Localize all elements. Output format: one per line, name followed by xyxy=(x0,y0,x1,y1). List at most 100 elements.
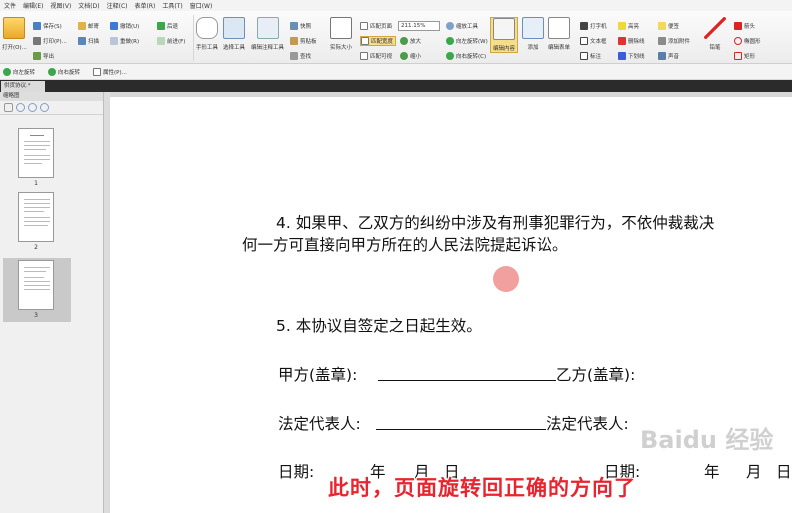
quick-toolbar: 向左旋转 向右旋转 属性(P)... xyxy=(0,64,792,80)
zoom-out-button[interactable]: 缩小 xyxy=(400,51,421,61)
zoom-in-icon[interactable] xyxy=(16,103,25,112)
print-icon xyxy=(33,37,41,45)
find-button[interactable]: 查找 xyxy=(290,51,311,61)
forward-arrow-icon xyxy=(157,37,165,45)
sound-button[interactable]: 声音 xyxy=(658,51,679,61)
menu-form[interactable]: 表单(R) xyxy=(134,1,155,10)
save-icon xyxy=(33,22,41,30)
actual-size-button[interactable]: 实际大小 xyxy=(330,17,352,51)
highlight-icon xyxy=(618,22,626,30)
forward-button[interactable]: 前进(F) xyxy=(157,36,185,46)
rotate-icon[interactable] xyxy=(40,103,49,112)
arrow-button[interactable]: 箭头 xyxy=(734,21,755,31)
fit-width-button[interactable]: 匹配宽度 xyxy=(360,36,397,46)
camera-icon xyxy=(290,22,298,30)
menu-window[interactable]: 窗口(W) xyxy=(190,1,213,10)
edit-form-button[interactable]: 编辑表单 xyxy=(548,17,570,51)
page-thumbnail-3[interactable]: 3 xyxy=(3,258,71,322)
watermark: Baidu 经验 xyxy=(640,426,774,454)
sidebar-title: 缩略图 xyxy=(0,92,103,101)
zoom-out-icon[interactable] xyxy=(28,103,37,112)
callout-icon xyxy=(580,52,588,60)
text-cursor-icon xyxy=(223,17,245,39)
menu-tools[interactable]: 工具(T) xyxy=(162,1,182,10)
fit-visible-button[interactable]: 匹配可视 xyxy=(360,51,392,61)
rotate-left-button[interactable]: 向左旋转(W) xyxy=(446,36,488,46)
export-button[interactable]: 导出 xyxy=(33,51,54,61)
highlight-button[interactable]: 高亮 xyxy=(618,21,639,31)
underline-icon xyxy=(618,52,626,60)
separator xyxy=(193,15,194,61)
zoom-select[interactable]: 211.15% xyxy=(398,21,440,31)
rep-a-label: 法定代表人: xyxy=(278,415,361,433)
rep-a-underline xyxy=(376,429,546,430)
select-annotation-button[interactable]: 编辑注释工具 xyxy=(251,17,284,51)
clipboard-button[interactable]: 剪贴板 xyxy=(290,36,317,46)
textbox-button[interactable]: 文本框 xyxy=(580,36,607,46)
thumbnail-label: 2 xyxy=(34,244,38,251)
party-a-underline xyxy=(378,380,556,381)
note-button[interactable]: 便签 xyxy=(658,21,679,31)
zoom-in-icon xyxy=(400,37,408,45)
menu-file[interactable]: 文件 xyxy=(4,1,16,10)
sidebar-toolbar xyxy=(0,101,103,115)
pencil-icon xyxy=(704,17,726,39)
email-button[interactable]: 邮寄 xyxy=(78,21,99,31)
fit-visible-icon xyxy=(360,52,368,60)
add-button[interactable]: 添加 xyxy=(522,17,544,51)
pointer-icon xyxy=(256,17,279,39)
menu-document[interactable]: 文档(D) xyxy=(78,1,99,10)
fit-page-button[interactable]: 匹配页面 xyxy=(360,21,392,31)
rectangle-button[interactable]: 矩形 xyxy=(734,51,755,61)
find-icon xyxy=(290,52,298,60)
open-button[interactable]: 打开(O)... xyxy=(2,17,27,51)
thumbnail-sidebar: 缩略图 1 2 3 xyxy=(0,92,104,513)
redo-icon xyxy=(110,37,118,45)
typewriter-button[interactable]: 打字机 xyxy=(580,21,607,31)
thumbnail-label: 1 xyxy=(34,180,38,187)
party-a-label: 甲方(盖章): xyxy=(278,366,358,384)
properties-button[interactable]: 属性(P)... xyxy=(93,67,127,77)
folder-icon xyxy=(3,17,26,39)
undo-button[interactable]: 撤销(U) xyxy=(110,21,139,31)
strikeout-button[interactable]: 删除线 xyxy=(618,36,645,46)
edit-content-button[interactable]: 编辑内容 xyxy=(490,17,519,53)
note-icon xyxy=(658,22,666,30)
zoom-tool-button[interactable]: 缩放工具 xyxy=(446,21,478,31)
snapshot-button[interactable]: 快照 xyxy=(290,21,311,31)
subtitle-caption: 此时，页面旋转回正确的方向了 xyxy=(328,476,636,500)
redo-button[interactable]: 重做(R) xyxy=(110,36,139,46)
hand-tool-button[interactable]: 手形工具 xyxy=(196,17,218,51)
callout-button[interactable]: 标注 xyxy=(580,51,601,61)
select-text-button[interactable]: 选择工具 xyxy=(223,17,245,51)
rotate-right-icon xyxy=(446,52,454,60)
date-b-month: 月 xyxy=(746,463,762,481)
ellipse-button[interactable]: 椭圆形 xyxy=(734,36,761,46)
rotate-right-button[interactable]: 向右旋转(C) xyxy=(446,51,486,61)
clipboard-icon xyxy=(290,37,298,45)
tab-document[interactable]: 供货协议.* xyxy=(1,81,45,92)
document-tab-bar: 供货协议.* xyxy=(0,80,792,92)
zoom-in-button[interactable]: 放大 xyxy=(400,36,421,46)
rotate-right-icon xyxy=(48,68,56,76)
back-button[interactable]: 后退 xyxy=(157,21,178,31)
scan-button[interactable]: 扫描 xyxy=(78,36,99,46)
add-object-icon xyxy=(522,17,544,39)
arrow-icon xyxy=(734,22,742,30)
underline-button[interactable]: 下划线 xyxy=(618,51,645,61)
back-arrow-icon xyxy=(157,22,165,30)
clause-4-line-1: 4. 如果甲、乙双方的纠纷中涉及有刑事犯罪行为，不依仲裁裁决 xyxy=(276,214,715,232)
pencil-button[interactable]: 铅笔 xyxy=(704,17,726,51)
fit-width-icon xyxy=(361,37,369,45)
menu-bar: 文件 编辑(E) 视图(V) 文档(D) 注释(C) 表单(R) 工具(T) 窗… xyxy=(0,0,792,11)
attach-file-button[interactable]: 添加附件 xyxy=(658,36,690,46)
quick-rotate-left-button[interactable]: 向左旋转 xyxy=(3,67,35,77)
menu-comment[interactable]: 注释(C) xyxy=(107,1,128,10)
thumbnail-image xyxy=(18,260,54,310)
print-button[interactable]: 打印(P)... xyxy=(33,36,67,46)
menu-edit[interactable]: 编辑(E) xyxy=(23,1,43,10)
options-icon[interactable] xyxy=(4,103,13,112)
save-button[interactable]: 保存(S) xyxy=(33,21,62,31)
menu-view[interactable]: 视图(V) xyxy=(51,1,72,10)
quick-rotate-right-button[interactable]: 向右旋转 xyxy=(48,67,80,77)
